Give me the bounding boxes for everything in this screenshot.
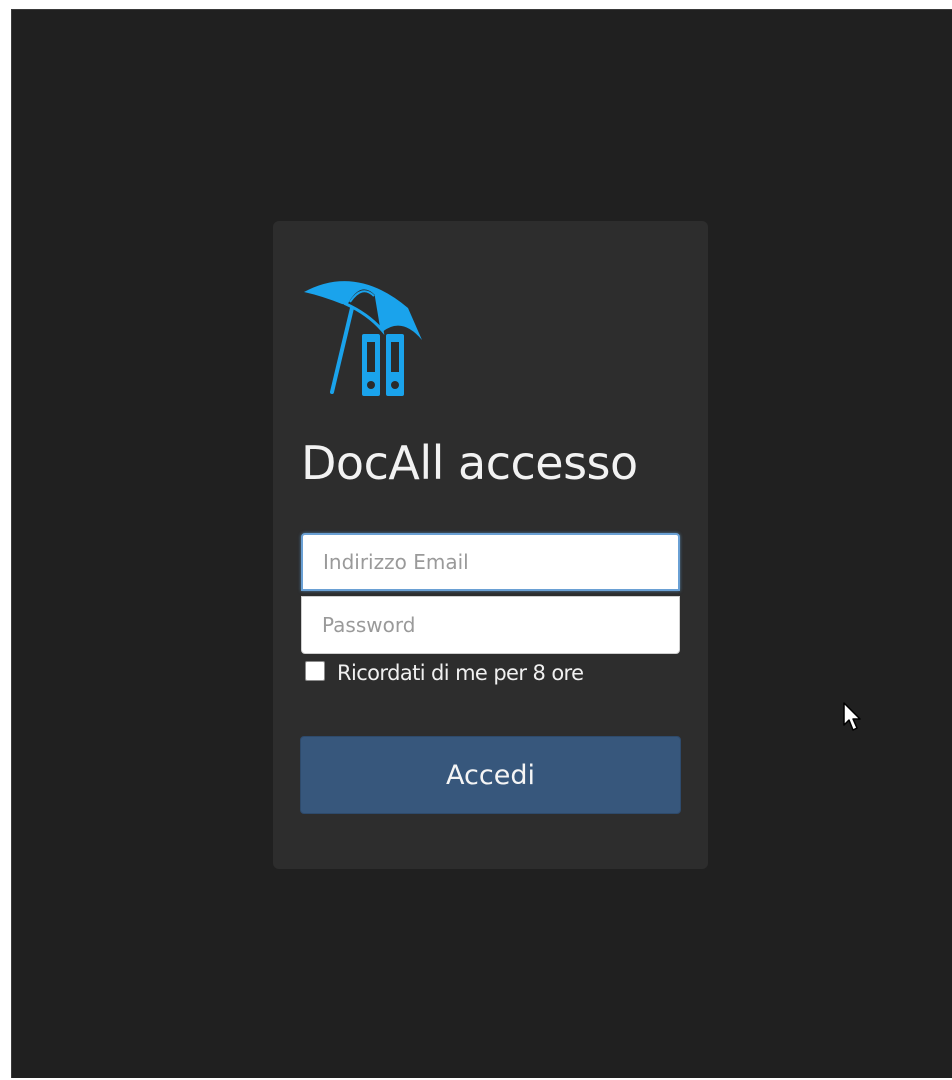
mouse-pointer-icon (843, 702, 861, 731)
remember-me-row: Ricordati di me per 8 ore (305, 656, 584, 690)
remember-me-checkbox[interactable] (305, 661, 325, 681)
password-field[interactable] (301, 596, 680, 654)
remember-me-label[interactable]: Ricordati di me per 8 ore (337, 661, 584, 685)
email-field[interactable] (301, 533, 680, 591)
login-button[interactable]: Accedi (300, 736, 681, 814)
page-title: DocAll accesso (301, 436, 638, 490)
docall-logo-icon (304, 281, 422, 396)
